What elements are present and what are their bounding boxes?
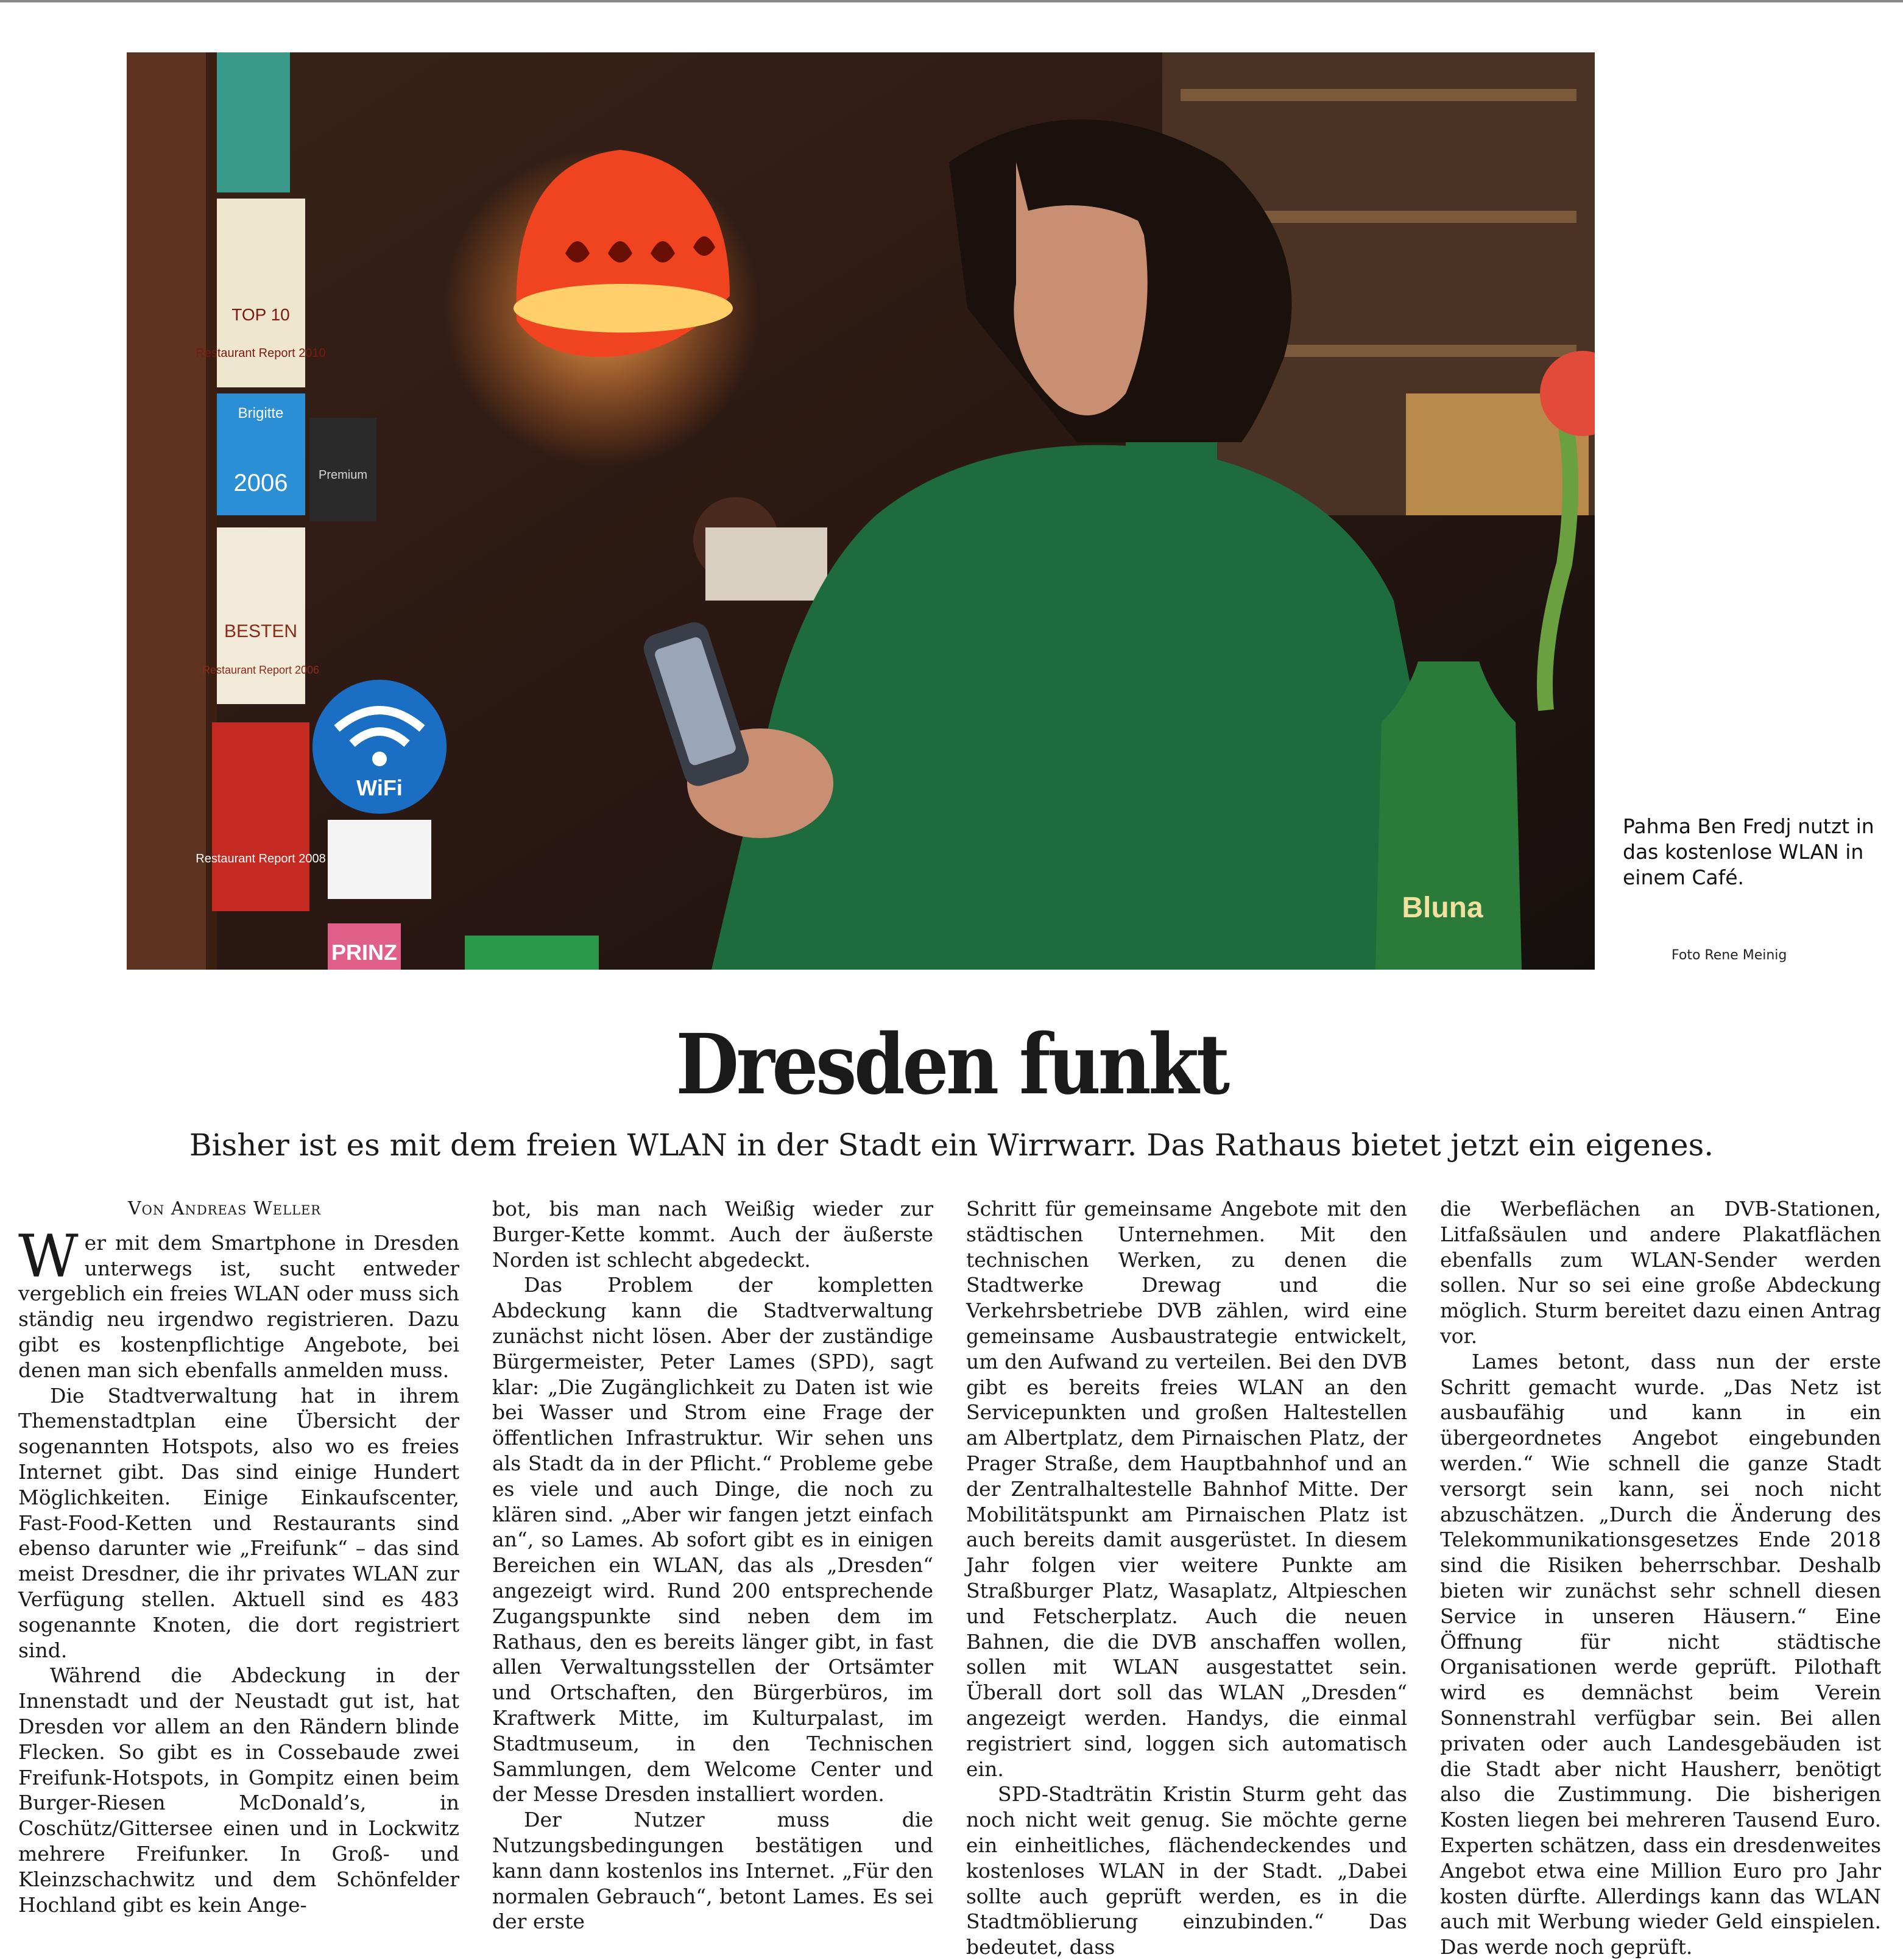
photo-credit: Foto Rene Meinig [1672,948,1787,963]
subheadline: Bisher ist es mit dem freien WLAN in der… [189,1127,1714,1163]
paragraph-5: Das Problem der kompletten Abdeckung kan… [492,1273,933,1807]
drop-cap: W [18,1222,79,1291]
svg-text:TOP 10: TOP 10 [231,305,289,324]
article-column-4: die Werbeflächen an DVB-Stationen, Litfa… [1440,1196,1881,1960]
svg-text:PRINZ: PRINZ [331,940,397,965]
paragraph-10: Lames betont, dass nun der erste Schritt… [1440,1349,1881,1959]
svg-text:WiFi: WiFi [356,775,403,800]
sticker-besten [217,527,305,704]
article-column-1: Von Andreas Weller Wer mit dem Smartphon… [18,1196,459,1917]
paragraph-2: Die Stadtverwaltung hat in ihrem Themens… [18,1383,459,1662]
svg-text:2006: 2006 [234,470,288,496]
svg-text:Restaurant Report 2008: Restaurant Report 2008 [196,852,325,865]
svg-text:Restaurant Report 2010: Restaurant Report 2010 [196,347,325,360]
article-column-2: bot, bis man nach Weißig wieder zur Burg… [492,1196,933,1934]
paragraph-4: bot, bis man nach Weißig wieder zur Burg… [492,1197,933,1272]
svg-text:Restaurant Report 2006: Restaurant Report 2006 [202,664,319,676]
paragraph-8: SPD-Stadträtin Kristin Sturm geht das no… [966,1782,1407,1959]
svg-text:Bluna: Bluna [1402,892,1483,924]
paragraph-1-text: er mit dem Smartphone in Dresden unterwe… [18,1230,459,1382]
article-column-3: Schritt für gemeinsame Angebote mit den … [966,1196,1407,1960]
paragraph-9: die Werbeflächen an DVB-Stationen, Litfa… [1440,1197,1881,1348]
paragraph-6: Der Nutzer muss die Nutzungsbedingungen … [492,1808,933,1934]
paragraph-1: Wer mit dem Smartphone in Dresden unterw… [18,1222,459,1383]
cafe-photo: TOP 10 Restaurant Report 2010 Brigitte 2… [127,52,1595,970]
sticker-2008 [212,722,309,911]
photo-caption: Pahma Ben Fredj nutzt in das kostenlose … [1623,814,1874,889]
restroom-sticker [217,52,290,192]
svg-text:Premium: Premium [319,468,367,482]
photo-illustration: TOP 10 Restaurant Report 2010 Brigitte 2… [127,52,1595,970]
paragraph-7: Schritt für gemeinsame Angebote mit den … [966,1197,1407,1781]
headline: Dresden funkt [676,1016,1230,1113]
top-rule [0,0,1903,2]
byline: Von Andreas Weller [128,1198,322,1219]
paragraph-3: Während die Abdeckung in der Innenstadt … [18,1663,459,1917]
svg-text:Brigitte: Brigitte [238,405,284,421]
svg-text:BESTEN: BESTEN [224,621,297,641]
